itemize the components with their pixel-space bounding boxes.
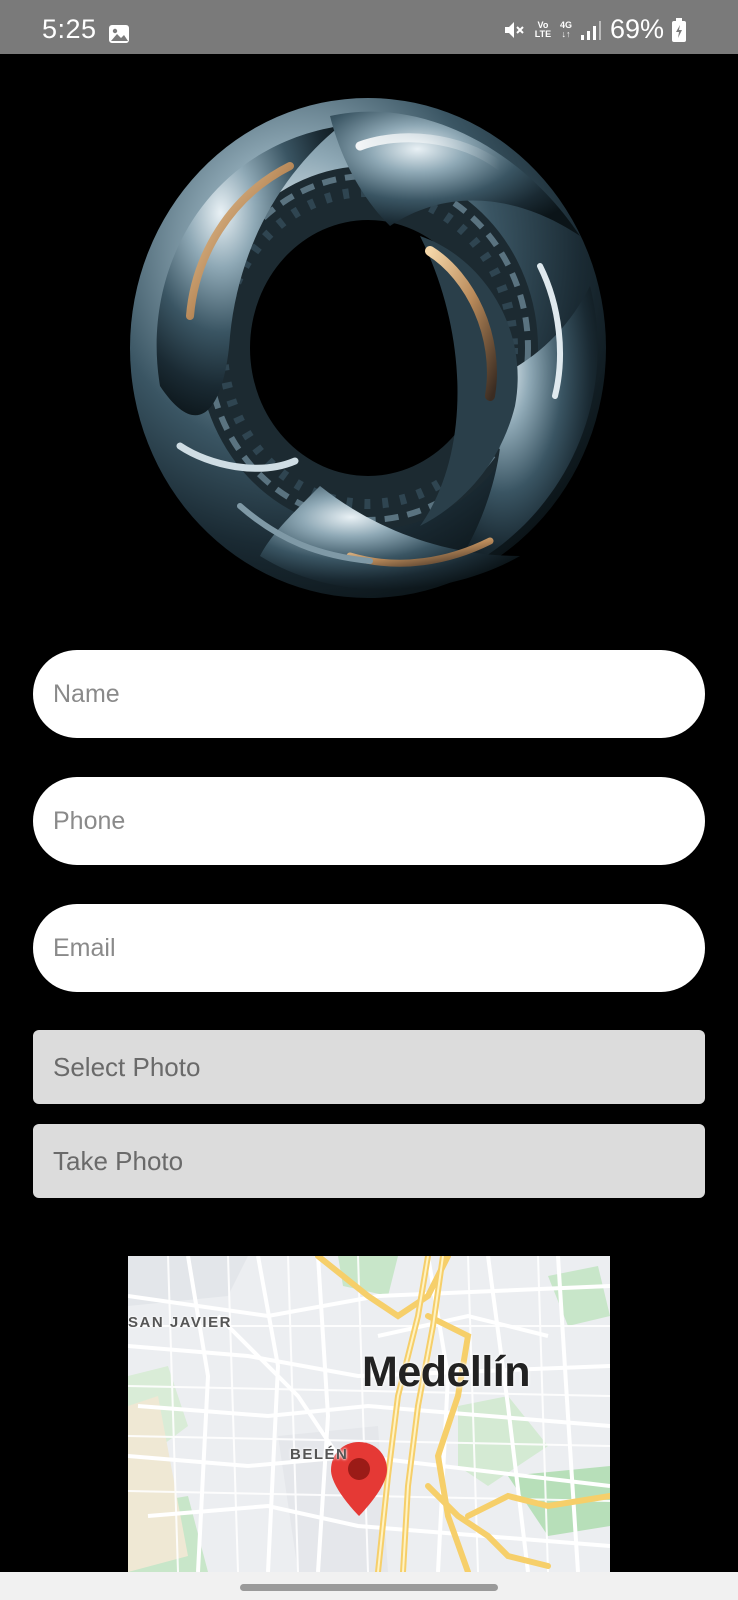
gallery-notification-icon	[109, 25, 129, 43]
data-arrows-icon: ↓↑	[561, 28, 571, 39]
select-photo-button[interactable]: Select Photo	[33, 1030, 705, 1104]
map-label-city: Medellín	[362, 1348, 531, 1396]
battery-charging-icon	[672, 17, 686, 42]
map-label-san-javier: SAN JAVIER	[128, 1314, 232, 1331]
signal-icon	[580, 20, 601, 40]
app-screen: 5:25 Vo LTE 4G ↓↑ 69% Name Phone Email S…	[0, 0, 738, 1600]
status-bar: 5:25 Vo LTE 4G ↓↑ 69%	[0, 0, 738, 54]
battery-percent: 69%	[609, 14, 664, 44]
home-gesture-handle[interactable]	[240, 1584, 498, 1591]
gesture-nav-bar	[0, 1572, 738, 1600]
name-field[interactable]	[33, 650, 705, 738]
phone-input[interactable]	[51, 805, 705, 837]
map-label-belen: BELÉN	[290, 1446, 349, 1463]
phone-field[interactable]	[33, 777, 705, 865]
take-photo-button[interactable]: Take Photo	[33, 1124, 705, 1198]
email-input[interactable]	[51, 932, 705, 964]
email-field[interactable]	[33, 904, 705, 992]
status-time: 5:25	[42, 14, 97, 44]
volte-indicator: Vo LTE	[534, 19, 552, 39]
map-tiles	[128, 1256, 610, 1572]
mute-icon	[504, 21, 524, 38]
network-indicator: 4G ↓↑	[559, 19, 572, 39]
status-icons: Vo LTE 4G ↓↑ 69%	[502, 14, 686, 45]
name-input[interactable]	[51, 678, 705, 710]
location-map[interactable]: SAN JAVIER Medellín BELÉN	[128, 1256, 610, 1572]
hero-artwork	[130, 98, 606, 598]
